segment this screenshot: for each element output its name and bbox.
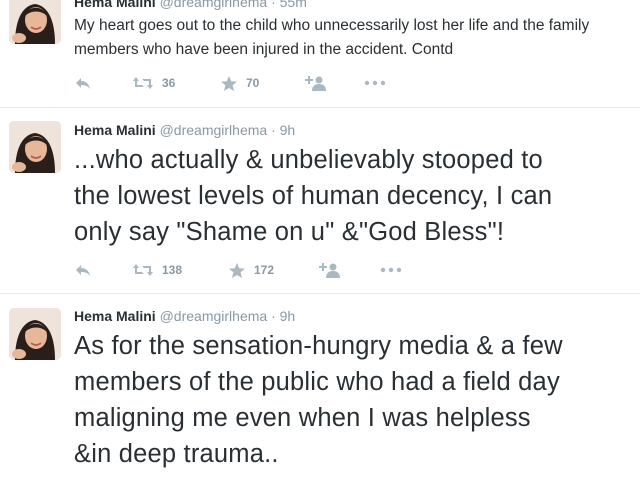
tweet-text-line: members who have been injured in the acc… <box>74 41 454 58</box>
retweet-count: 36 <box>162 76 176 90</box>
favorite-count: 172 <box>254 263 275 277</box>
author-name[interactable]: Hema Malini <box>74 122 156 138</box>
tweet-text-line: the lowest levels of human decency, I ca… <box>74 182 553 210</box>
retweet-icon <box>132 75 154 91</box>
author-handle[interactable]: @dreamgirlhema <box>160 0 268 10</box>
author-handle[interactable]: @dreamgirlhema <box>160 122 268 138</box>
tweet-3[interactable]: Hema Malini @dreamgirlhema · 9h As for t… <box>0 294 640 480</box>
follow-icon <box>318 262 340 278</box>
retweet-button[interactable]: 36 <box>132 73 175 93</box>
reply-icon <box>74 262 92 278</box>
reply-button[interactable] <box>74 73 92 93</box>
follow-button[interactable] <box>304 73 326 93</box>
avatar[interactable] <box>9 0 61 44</box>
favorite-icon <box>228 262 246 279</box>
tweet-actions: 138 172 <box>74 260 474 280</box>
tweet-1[interactable]: Hema Malini @dreamgirlhema · 55m My hear… <box>0 0 640 107</box>
more-button[interactable] <box>364 73 386 93</box>
more-icon <box>364 80 386 86</box>
favorite-button[interactable]: 70 <box>220 73 259 93</box>
tweet-text-line: My heart goes out to the child who unnec… <box>74 17 590 34</box>
follow-button[interactable] <box>318 260 340 280</box>
follow-icon <box>304 75 326 91</box>
tweet-text: ...who actually & unbelievably stooped t… <box>74 142 634 250</box>
timestamp[interactable]: 9h <box>280 122 296 138</box>
tweet-2[interactable]: Hema Malini @dreamgirlhema · 9h ...who a… <box>0 108 640 293</box>
tweet-text: As for the sensation-hungry media & a fe… <box>74 328 634 472</box>
tweet-text-line: &in deep trauma.. <box>74 440 279 468</box>
separator-dot: · <box>271 308 276 324</box>
tweet-text-line: As for the sensation-hungry media & a fe… <box>74 332 563 360</box>
tweet-text-line: maligning me even when I was helpless <box>74 404 531 432</box>
retweet-icon <box>132 262 154 278</box>
author-name[interactable]: Hema Malini <box>74 308 156 324</box>
reply-button[interactable] <box>74 260 92 280</box>
retweet-button[interactable]: 138 <box>132 260 182 280</box>
tweet-text-line: members of the public who had a field da… <box>74 368 560 396</box>
favorite-icon <box>220 75 238 92</box>
separator-dot: · <box>271 122 276 138</box>
tweet-text-line: only say "Shame on u" &"God Bless"! <box>74 218 505 246</box>
timestamp[interactable]: 9h <box>280 308 296 324</box>
tweet-text-line: ...who actually & unbelievably stooped t… <box>74 146 543 174</box>
favorite-button[interactable]: 172 <box>228 260 274 280</box>
more-button[interactable] <box>380 260 402 280</box>
reply-icon <box>74 75 92 91</box>
tweet-header: Hema Malini @dreamgirlhema · 55m <box>74 0 307 10</box>
author-handle[interactable]: @dreamgirlhema <box>160 308 268 324</box>
avatar[interactable] <box>9 121 61 173</box>
tweet-header: Hema Malini @dreamgirlhema · 9h <box>74 308 295 324</box>
more-icon <box>380 267 402 273</box>
timestamp[interactable]: 55m <box>280 0 307 10</box>
avatar[interactable] <box>9 308 61 360</box>
favorite-count: 70 <box>246 76 260 90</box>
tweet-header: Hema Malini @dreamgirlhema · 9h <box>74 122 295 138</box>
retweet-count: 138 <box>162 263 183 277</box>
separator-dot: · <box>271 0 276 10</box>
tweet-actions: 36 70 <box>74 73 474 93</box>
author-name[interactable]: Hema Malini <box>74 0 156 10</box>
tweet-text: My heart goes out to the child who unnec… <box>74 14 634 62</box>
